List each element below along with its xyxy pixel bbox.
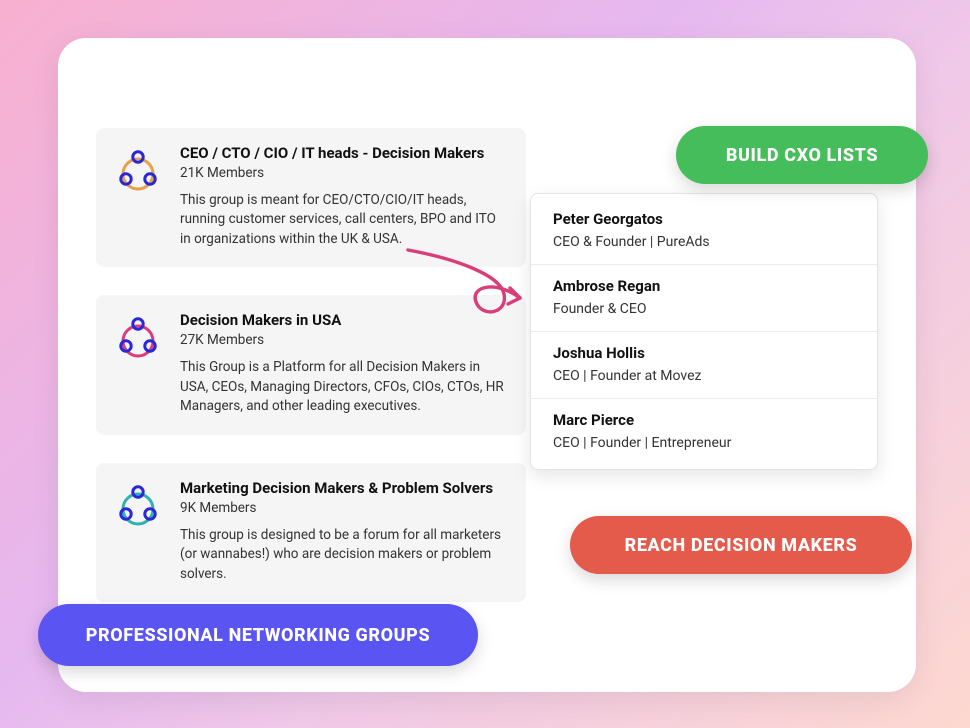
person-role: CEO | Founder | Entrepreneur xyxy=(553,435,855,451)
people-panel: Peter Georgatos CEO & Founder | PureAds … xyxy=(530,193,878,470)
build-cxo-lists-button[interactable]: BUILD CXO LISTS xyxy=(676,126,928,184)
group-icon xyxy=(114,313,162,361)
group-body: CEO / CTO / CIO / IT heads - Decision Ma… xyxy=(180,144,508,249)
person-row[interactable]: Ambrose Regan Founder & CEO xyxy=(531,265,877,332)
professional-groups-button[interactable]: PROFESSIONAL NETWORKING GROUPS xyxy=(38,604,478,666)
group-title: Decision Makers in USA xyxy=(180,311,508,330)
person-row[interactable]: Peter Georgatos CEO & Founder | PureAds xyxy=(531,198,877,265)
group-members: 21K Members xyxy=(180,165,508,181)
person-row[interactable]: Marc Pierce CEO | Founder | Entrepreneur xyxy=(531,399,877,465)
person-role: CEO & Founder | PureAds xyxy=(553,234,855,250)
group-icon xyxy=(114,146,162,194)
person-name: Marc Pierce xyxy=(553,411,855,429)
group-body: Marketing Decision Makers & Problem Solv… xyxy=(180,479,508,584)
group-card[interactable]: Marketing Decision Makers & Problem Solv… xyxy=(96,463,526,602)
groups-list: CEO / CTO / CIO / IT heads - Decision Ma… xyxy=(96,128,526,602)
person-row[interactable]: Joshua Hollis CEO | Founder at Movez xyxy=(531,332,877,399)
group-desc: This Group is a Platform for all Decisio… xyxy=(180,358,508,417)
group-members: 9K Members xyxy=(180,500,508,516)
group-desc: This group is designed to be a forum for… xyxy=(180,526,508,585)
person-name: Peter Georgatos xyxy=(553,210,855,228)
person-role: Founder & CEO xyxy=(553,301,855,317)
group-card[interactable]: CEO / CTO / CIO / IT heads - Decision Ma… xyxy=(96,128,526,267)
group-icon xyxy=(114,481,162,529)
group-desc: This group is meant for CEO/CTO/CIO/IT h… xyxy=(180,191,508,250)
group-title: Marketing Decision Makers & Problem Solv… xyxy=(180,479,508,498)
person-role: CEO | Founder at Movez xyxy=(553,368,855,384)
group-members: 27K Members xyxy=(180,332,508,348)
group-title: CEO / CTO / CIO / IT heads - Decision Ma… xyxy=(180,144,508,163)
person-name: Joshua Hollis xyxy=(553,344,855,362)
reach-decision-makers-button[interactable]: REACH DECISION MAKERS xyxy=(570,516,912,574)
person-name: Ambrose Regan xyxy=(553,277,855,295)
group-card[interactable]: Decision Makers in USA 27K Members This … xyxy=(96,295,526,434)
group-body: Decision Makers in USA 27K Members This … xyxy=(180,311,508,416)
